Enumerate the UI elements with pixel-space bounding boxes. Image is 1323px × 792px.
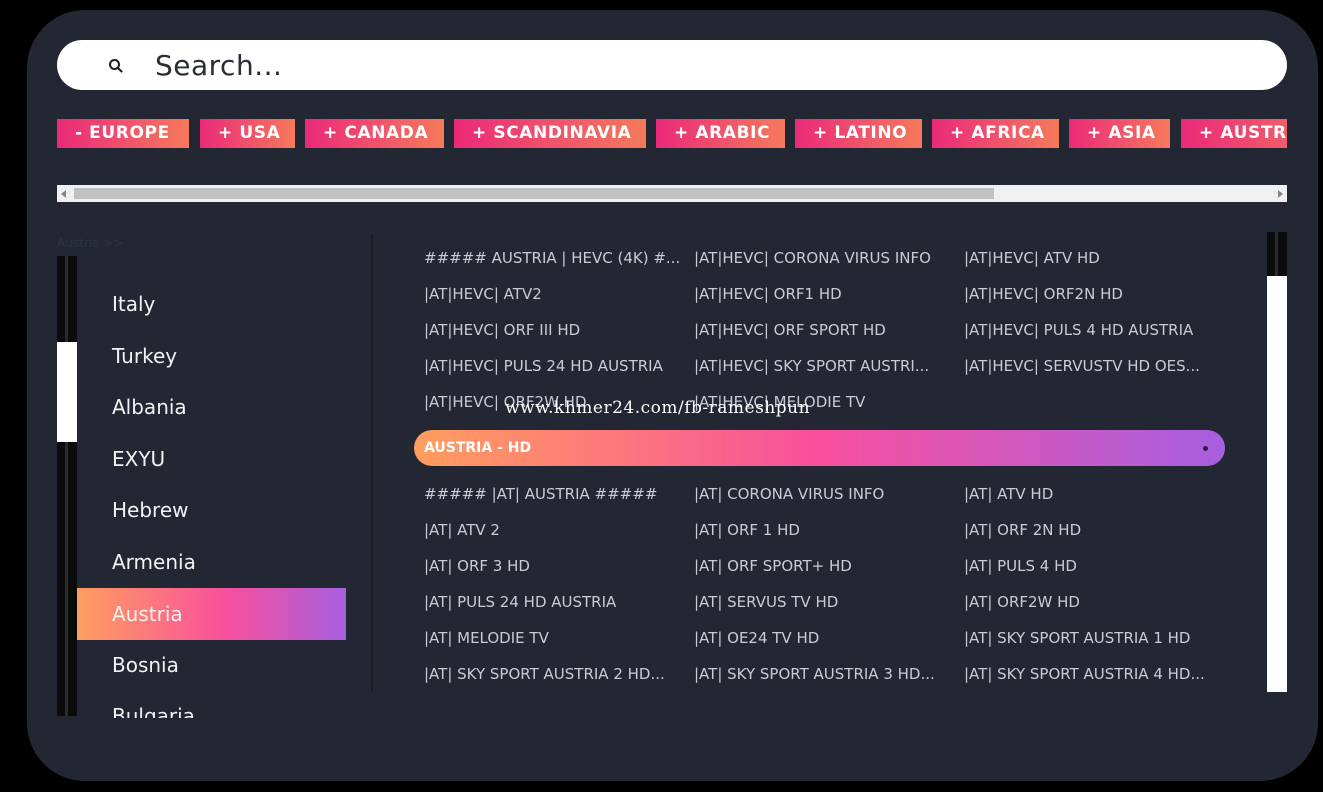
country-item-bosnia[interactable]: Bosnia [77, 639, 346, 691]
watermark-text: www.khmer24.com/fb-rameshpun [505, 398, 811, 418]
search-input[interactable] [155, 44, 1255, 86]
country-item-armenia[interactable]: Armenia [77, 536, 346, 588]
scroll-left-icon[interactable] [61, 190, 66, 198]
search-bar[interactable] [57, 40, 1287, 90]
channel-item[interactable]: |AT| ORF2W HD [964, 593, 1080, 611]
scroll-right-icon[interactable] [1278, 190, 1283, 198]
country-item-bulgaria[interactable]: Bulgaria [77, 690, 346, 718]
region-chip-canada[interactable]: + CANADA [305, 119, 444, 148]
breadcrumb: Austria >> [57, 236, 124, 250]
channel-item[interactable]: |AT| ATV 2 [424, 521, 500, 539]
region-chip-latino[interactable]: + LATINO [795, 119, 922, 148]
group-header-austria-hd[interactable]: AUSTRIA - HD [414, 430, 1225, 466]
region-chip-arabic[interactable]: + ARABIC [656, 119, 785, 148]
channel-item[interactable]: ##### AUSTRIA | HEVC (4K) #... [424, 249, 680, 267]
channel-item[interactable]: |AT| SKY SPORT AUSTRIA 2 HD... [424, 665, 665, 683]
scrollbar-thumb[interactable] [74, 188, 994, 199]
channel-item[interactable]: ##### |AT| AUSTRIA ##### [424, 485, 657, 503]
region-chip-scandinavia[interactable]: + SCANDINAVIA [454, 119, 646, 148]
panel-divider [371, 234, 373, 692]
channel-item[interactable]: |AT|HEVC| PULS 4 HD AUSTRIA [964, 321, 1193, 339]
channel-item[interactable]: |AT|HEVC| ORF2N HD [964, 285, 1123, 303]
group-header-label: AUSTRIA - HD [424, 440, 532, 456]
channel-item[interactable]: |AT| SERVUS TV HD [694, 593, 838, 611]
country-item-italy[interactable]: Italy [77, 278, 346, 330]
channel-item[interactable]: |AT| CORONA VIRUS INFO [694, 485, 884, 503]
scrollbar-thumb[interactable] [1267, 276, 1287, 692]
country-item-austria[interactable]: Austria [77, 588, 346, 640]
channel-item[interactable]: |AT| OE24 TV HD [694, 629, 819, 647]
channel-item[interactable]: |AT| PULS 4 HD [964, 557, 1077, 575]
channel-item[interactable]: |AT| ORF SPORT+ HD [694, 557, 852, 575]
channel-item[interactable]: |AT| SKY SPORT AUSTRIA 3 HD... [694, 665, 935, 683]
channel-item[interactable]: |AT|HEVC| SERVUSTV HD OES... [964, 357, 1200, 375]
channel-item[interactable]: |AT|HEVC| ORF SPORT HD [694, 321, 886, 339]
channel-item[interactable]: |AT| SKY SPORT AUSTRIA 4 HD... [964, 665, 1205, 683]
channel-item[interactable]: |AT|HEVC| ATV2 [424, 285, 542, 303]
country-item-hebrew[interactable]: Hebrew [77, 484, 346, 536]
region-tabs-scrollbar[interactable] [57, 185, 1287, 202]
app-panel: - EUROPE + USA + CANADA + SCANDINAVIA + … [27, 10, 1318, 781]
channel-item[interactable]: |AT|HEVC| ORF1 HD [694, 285, 842, 303]
channel-item[interactable]: |AT|HEVC| CORONA VIRUS INFO [694, 249, 931, 267]
channel-item[interactable]: |AT| ORF 1 HD [694, 521, 800, 539]
channel-item[interactable]: |AT| ORF 3 HD [424, 557, 530, 575]
channel-item[interactable]: |AT| SKY SPORT AUSTRIA 1 HD [964, 629, 1190, 647]
region-chip-africa[interactable]: + AFRICA [932, 119, 1059, 148]
country-list-scrollbar[interactable] [57, 256, 77, 716]
region-chip-australia[interactable]: + AUSTRALIA [1181, 119, 1287, 148]
region-tabs: - EUROPE + USA + CANADA + SCANDINAVIA + … [57, 119, 1287, 148]
region-chip-asia[interactable]: + ASIA [1069, 119, 1170, 148]
channel-list-scrollbar[interactable] [1267, 232, 1287, 692]
scrollbar-track [65, 256, 68, 716]
search-icon [109, 59, 120, 70]
channel-item[interactable]: |AT|HEVC| ORF III HD [424, 321, 580, 339]
scrollbar-track [1275, 232, 1278, 276]
channel-item[interactable]: |AT| ATV HD [964, 485, 1053, 503]
country-item-exyu[interactable]: EXYU [77, 433, 346, 485]
country-item-albania[interactable]: Albania [77, 381, 346, 433]
scrollbar-thumb[interactable] [57, 342, 77, 442]
region-chip-usa[interactable]: + USA [200, 119, 295, 148]
channel-item[interactable]: |AT| ORF 2N HD [964, 521, 1081, 539]
country-item-turkey[interactable]: Turkey [77, 330, 346, 382]
channel-item[interactable]: |AT| MELODIE TV [424, 629, 549, 647]
channel-item[interactable]: |AT|HEVC| SKY SPORT AUSTRI... [694, 357, 929, 375]
channel-item[interactable]: |AT|HEVC| PULS 24 HD AUSTRIA [424, 357, 663, 375]
channel-item[interactable]: |AT| PULS 24 HD AUSTRIA [424, 593, 616, 611]
region-chip-europe[interactable]: - EUROPE [57, 119, 189, 148]
channel-item[interactable]: |AT|HEVC| ATV HD [964, 249, 1100, 267]
country-list: Italy Turkey Albania EXYU Hebrew Armenia… [77, 268, 347, 718]
dot-icon [1203, 446, 1208, 451]
